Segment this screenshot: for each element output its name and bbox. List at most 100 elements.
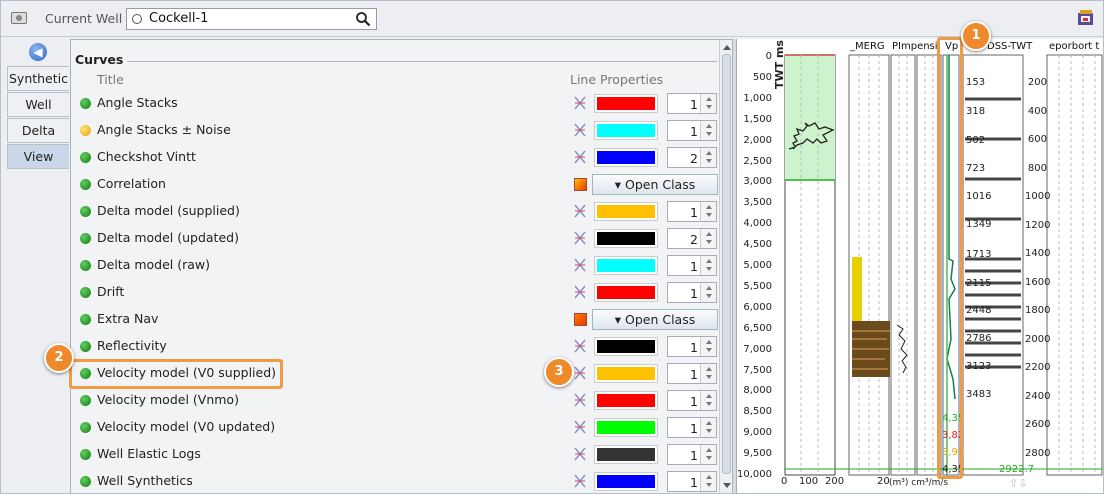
tab-view[interactable]: View bbox=[7, 144, 69, 169]
well-name-value: Cockell-1 bbox=[149, 11, 209, 26]
search-icon[interactable] bbox=[355, 11, 371, 27]
well-search-field[interactable]: Cockell-1 bbox=[126, 8, 377, 30]
line-width-stepper[interactable]: 1 bbox=[667, 363, 717, 384]
x-tick: 20 bbox=[877, 476, 890, 487]
spinner-arrows[interactable] bbox=[700, 94, 716, 113]
line-style-icon[interactable] bbox=[573, 231, 587, 245]
twt-right-value: 2400 bbox=[1025, 390, 1051, 402]
curve-row-well-elastic-logs[interactable]: Well Elastic Logs 1 bbox=[71, 441, 721, 468]
line-width-stepper[interactable]: 1 bbox=[667, 255, 717, 276]
line-style-icon[interactable] bbox=[573, 96, 587, 110]
color-swatch[interactable] bbox=[594, 445, 658, 464]
spinner-arrows[interactable] bbox=[700, 472, 716, 491]
scroll-thumb[interactable] bbox=[722, 54, 731, 474]
line-style-icon[interactable] bbox=[573, 393, 587, 407]
color-swatch[interactable] bbox=[594, 229, 658, 248]
line-style-icon[interactable] bbox=[573, 150, 587, 164]
line-style-icon[interactable] bbox=[573, 285, 587, 299]
line-width-stepper[interactable]: 1 bbox=[667, 417, 717, 438]
open-class-button[interactable]: ▾ Open Class bbox=[592, 309, 718, 330]
spinner-arrows[interactable] bbox=[700, 202, 716, 221]
line-style-icon[interactable] bbox=[573, 123, 587, 137]
color-swatch[interactable] bbox=[594, 94, 658, 113]
line-width-stepper[interactable]: 1 bbox=[667, 471, 717, 492]
curve-row-correlation[interactable]: Correlation ▾ Open Class bbox=[71, 171, 721, 198]
tab-delta[interactable]: Delta bbox=[7, 118, 69, 143]
scroll-up-icon[interactable] bbox=[723, 45, 731, 50]
curve-row-reflectivity[interactable]: Reflectivity 1 bbox=[71, 333, 721, 360]
twt-right-value: 600 bbox=[1027, 134, 1047, 145]
line-style-icon[interactable] bbox=[573, 366, 587, 380]
line-width-stepper[interactable]: 1 bbox=[667, 93, 717, 114]
spinner-arrows[interactable] bbox=[700, 364, 716, 383]
spinner-arrows[interactable] bbox=[700, 337, 716, 356]
spinner-arrows[interactable] bbox=[700, 283, 716, 302]
line-style-icon[interactable] bbox=[573, 474, 587, 488]
color-swatch[interactable] bbox=[594, 391, 658, 410]
line-style-icon[interactable] bbox=[573, 447, 587, 461]
line-width-value: 1 bbox=[690, 421, 698, 436]
depth-tick: 10,000 bbox=[737, 469, 772, 480]
color-swatch[interactable] bbox=[594, 256, 658, 275]
line-width-stepper[interactable]: 2 bbox=[667, 228, 717, 249]
curve-row-checkshot-vintt[interactable]: Checkshot Vintt 2 bbox=[71, 144, 721, 171]
line-width-stepper[interactable]: 1 bbox=[667, 120, 717, 141]
curve-title: Checkshot Vintt bbox=[97, 149, 196, 164]
line-width-stepper[interactable]: 1 bbox=[667, 201, 717, 222]
line-style-icon[interactable] bbox=[573, 204, 587, 218]
line-width-stepper[interactable]: 2 bbox=[667, 147, 717, 168]
line-width-stepper[interactable]: 1 bbox=[667, 390, 717, 411]
spinner-arrows[interactable] bbox=[700, 445, 716, 464]
curve-row-well-synthetics[interactable]: Well Synthetics 1 bbox=[71, 468, 721, 493]
color-swatch[interactable] bbox=[594, 283, 658, 302]
line-width-value: 1 bbox=[690, 340, 698, 355]
spinner-arrows[interactable] bbox=[700, 418, 716, 437]
curve-row-angle-stacks-noise[interactable]: Angle Stacks ± Noise 1 bbox=[71, 117, 721, 144]
spinner-arrows[interactable] bbox=[700, 229, 716, 248]
line-style-icon[interactable] bbox=[573, 420, 587, 434]
curve-row-extra-nav[interactable]: Extra Nav ▾ Open Class bbox=[71, 306, 721, 333]
curve-row-drift[interactable]: Drift 1 bbox=[71, 279, 721, 306]
film-export-icon[interactable] bbox=[1077, 10, 1095, 27]
line-width-stepper[interactable]: 1 bbox=[667, 444, 717, 465]
track-nav-arrows-icon[interactable]: ⇧⇩ bbox=[1009, 477, 1027, 490]
line-width-stepper[interactable]: 1 bbox=[667, 282, 717, 303]
spinner-arrows[interactable] bbox=[700, 121, 716, 140]
spinner-arrows[interactable] bbox=[700, 148, 716, 167]
twt-left-value: 318 bbox=[966, 106, 986, 117]
curve-row-delta-model-updated[interactable]: Delta model (updated) 2 bbox=[71, 225, 721, 252]
curve-title: Angle Stacks ± Noise bbox=[97, 122, 231, 137]
color-swatch[interactable] bbox=[594, 418, 658, 437]
color-swatch[interactable] bbox=[594, 472, 658, 491]
curve-row-velocity-model-v0-updated[interactable]: Velocity model (V0 updated) 1 bbox=[71, 414, 721, 441]
open-class-button[interactable]: ▾ Open Class bbox=[592, 174, 718, 195]
scroll-down-icon[interactable] bbox=[723, 483, 731, 488]
line-style-icon[interactable] bbox=[573, 339, 587, 353]
curve-row-delta-model-raw[interactable]: Delta model (raw) 1 bbox=[71, 252, 721, 279]
curve-row-angle-stacks[interactable]: Angle Stacks 1 bbox=[71, 90, 721, 117]
color-swatch[interactable] bbox=[594, 202, 658, 221]
back-arrow-icon[interactable]: ◀ bbox=[29, 43, 47, 61]
depth-tick: 8,000 bbox=[743, 385, 772, 397]
status-green-icon bbox=[80, 206, 91, 217]
color-swatch[interactable] bbox=[594, 364, 658, 383]
curve-row-velocity-model-vnmo[interactable]: Velocity model (Vnmo) 1 bbox=[71, 387, 721, 414]
spinner-arrows[interactable] bbox=[700, 256, 716, 275]
twt-left-value: 3483 bbox=[966, 389, 992, 400]
spinner-arrows[interactable] bbox=[700, 391, 716, 410]
curve-title: Velocity model (Vnmo) bbox=[97, 392, 239, 407]
tab-synthetic[interactable]: Synthetic bbox=[7, 66, 69, 91]
camera-icon[interactable] bbox=[11, 12, 27, 24]
vertical-scrollbar[interactable] bbox=[719, 40, 732, 493]
color-swatch[interactable] bbox=[594, 148, 658, 167]
line-style-icon[interactable] bbox=[573, 258, 587, 272]
curve-row-delta-model-supplied[interactable]: Delta model (supplied) 1 bbox=[71, 198, 721, 225]
line-width-stepper[interactable]: 1 bbox=[667, 336, 717, 357]
depth-tick: 6,000 bbox=[743, 301, 772, 313]
color-swatch[interactable] bbox=[594, 337, 658, 356]
twt-right-value: 2600 bbox=[1025, 419, 1051, 430]
units-label: (m³) cm³/m/s bbox=[889, 478, 949, 488]
color-swatch[interactable] bbox=[594, 121, 658, 140]
depth-tick: 9,000 bbox=[743, 427, 772, 439]
tab-well[interactable]: Well bbox=[7, 92, 69, 117]
